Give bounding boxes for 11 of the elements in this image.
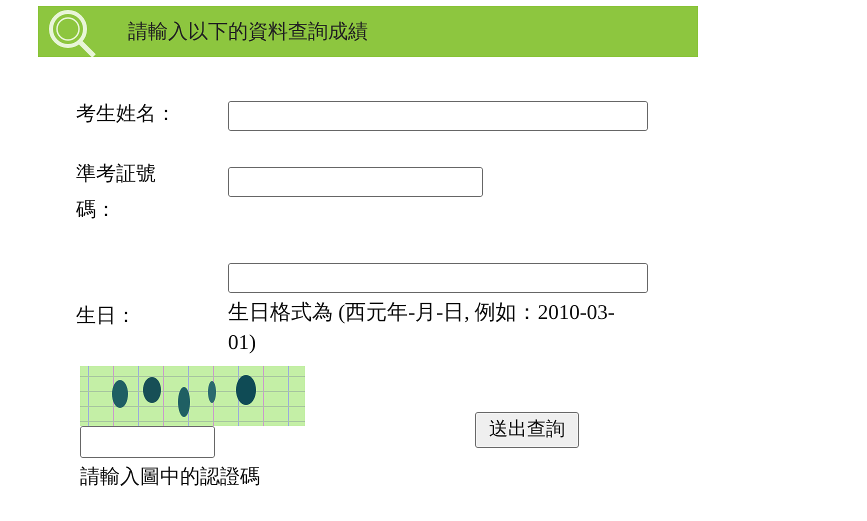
input-field[interactable] <box>228 101 648 131</box>
captcha-caption: 請輸入圖中的認證碼 <box>80 465 261 490</box>
input-field[interactable] <box>228 167 483 197</box>
header-title: 請輸入以下的資料查詢成績 <box>128 20 368 44</box>
input-field[interactable] <box>228 263 648 293</box>
submit-button[interactable]: 送出查詢 <box>475 412 579 448</box>
field-label: 考生姓名： <box>76 102 177 127</box>
field-label: 準考証號碼： <box>76 162 157 223</box>
captcha-input[interactable] <box>80 426 215 458</box>
date-format-hint: 生日格式為 (西元年-月-日, 例如：2010-03-01) <box>228 299 616 356</box>
field-label: 生日： <box>76 304 137 329</box>
